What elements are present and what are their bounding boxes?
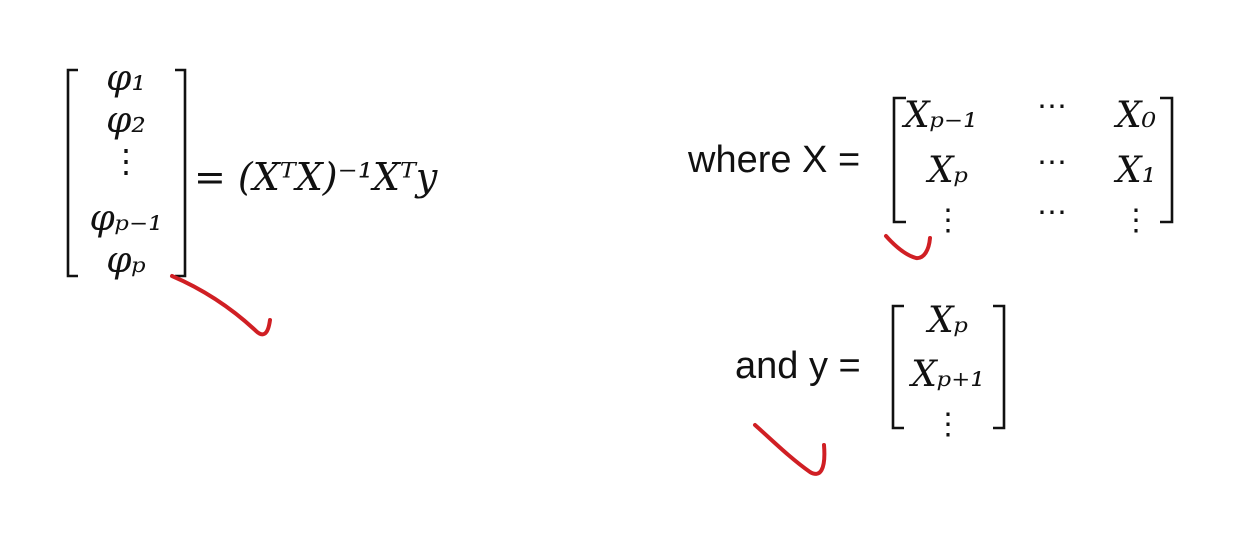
x-cell: X₀ xyxy=(1113,95,1156,136)
x-cell: ⋯ xyxy=(1037,145,1067,180)
x-prefix: where X = xyxy=(687,139,860,181)
equation-canvas: φ₁ φ₂ ⋮ φₚ₋₁ φₚ = (XᵀX)⁻¹Xᵀy where X = X… xyxy=(66,58,1174,476)
phi-entry: φ₂ xyxy=(106,100,146,141)
x-cell: ⋮ xyxy=(1121,203,1151,238)
phi-entry: φ₁ xyxy=(106,58,146,99)
y-entry: ⋮ xyxy=(933,407,963,442)
x-cell: Xₚ xyxy=(925,150,968,191)
x-right-bracket xyxy=(1160,96,1174,224)
x-cell: X₁ xyxy=(1113,150,1156,191)
x-cell: ⋯ xyxy=(1037,195,1067,230)
x-cell: ⋯ xyxy=(1037,89,1067,124)
phi-entry: ⋮ xyxy=(110,142,142,180)
x-cell: Xₚ₋₁ xyxy=(901,95,977,136)
x-cell: ⋮ xyxy=(933,203,963,238)
y-entry: Xₚ xyxy=(925,300,968,341)
y-right-bracket xyxy=(993,304,1006,430)
checkmark-y xyxy=(753,423,827,476)
phi-right-bracket xyxy=(175,68,187,278)
solution-formula: = (XᵀX)⁻¹Xᵀy xyxy=(194,155,438,199)
phi-left-bracket xyxy=(66,68,78,278)
y-left-bracket xyxy=(891,304,904,430)
y-prefix: and y = xyxy=(735,345,861,387)
phi-entry: φₚ xyxy=(106,240,146,281)
y-definition: and y = Xₚ Xₚ₊₁ ⋮ xyxy=(735,300,1006,442)
y-entry: Xₚ₊₁ xyxy=(908,354,984,395)
checkmark-x xyxy=(884,234,932,261)
checkmark-phi xyxy=(170,274,272,337)
phi-vector: φ₁ φ₂ ⋮ φₚ₋₁ φₚ xyxy=(66,58,187,281)
phi-entry: φₚ₋₁ xyxy=(89,198,162,239)
x-definition: where X = Xₚ₋₁ ⋯ X₀ Xₚ ⋯ X₁ ⋮ ⋯ ⋮ xyxy=(687,89,1174,238)
